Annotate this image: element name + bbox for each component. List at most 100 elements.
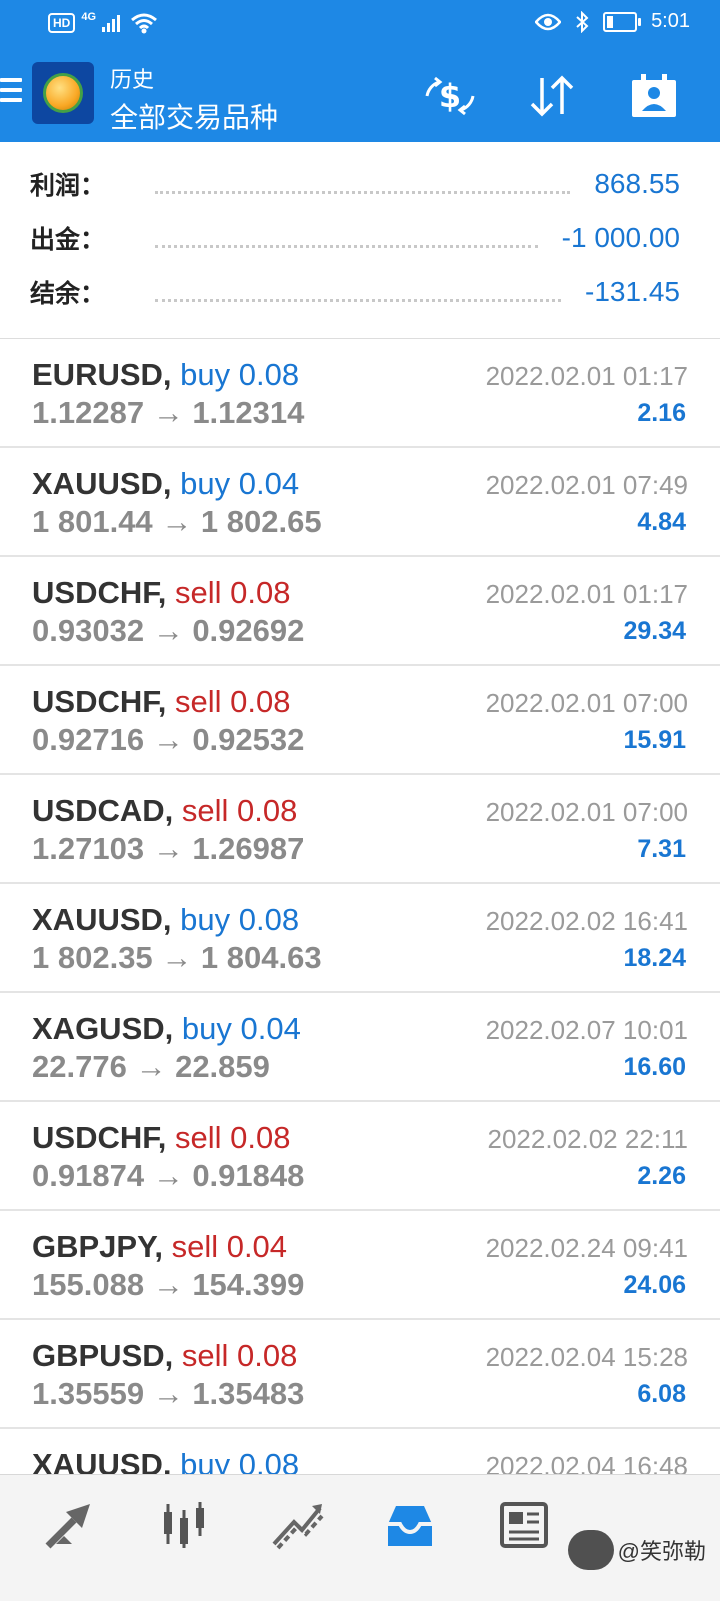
trade-header: USDCAD, sell 0.08 <box>32 793 297 829</box>
wifi-icon <box>131 13 157 34</box>
battery-icon <box>603 11 642 32</box>
trade-header: XAUUSD, buy 0.08 <box>32 902 299 938</box>
trade-row[interactable]: XAUUSD, buy 0.08 1 802.35 → 1 804.63 2022.… <box>0 884 720 993</box>
sort-arrows-icon[interactable] <box>524 72 580 120</box>
trade-prices: 1.12287 → 1.12314 <box>32 395 304 431</box>
trade-symbol: USDCHF, <box>32 575 167 610</box>
header-subtitle: 历史 <box>110 67 155 92</box>
close-price: 0.92532 <box>192 722 305 757</box>
trade-side: buy 0.08 <box>180 357 300 392</box>
trade-profit: 2.26 <box>637 1162 686 1190</box>
summary-withdrawal-row: 出金： -1 000.00 <box>30 218 680 258</box>
trade-side: sell 0.08 <box>174 684 291 719</box>
trade-symbol: XAUUSD, <box>32 466 172 501</box>
dotted-leader <box>155 244 538 248</box>
trade-prices: 1 801.44 → 1 802.65 <box>32 504 322 540</box>
menu-icon[interactable] <box>0 78 22 110</box>
trade-symbol: USDCHF, <box>32 684 167 719</box>
trade-prices: 155.088 → 154.399 <box>32 1267 304 1303</box>
quotes-icon[interactable] <box>40 1497 104 1553</box>
news-icon[interactable] <box>492 1497 556 1553</box>
trade-side: sell 0.08 <box>181 1338 298 1373</box>
arrow-icon: → <box>152 831 184 866</box>
trade-prices: 22.776 → 22.859 <box>32 1049 270 1085</box>
calendar-account-icon[interactable] <box>626 72 682 120</box>
summary-value: -131.45 <box>585 276 680 307</box>
trade-side: sell 0.04 <box>171 1229 288 1264</box>
summary-label: 出金： <box>30 226 106 254</box>
eye-icon <box>535 13 562 30</box>
trade-row[interactable]: USDCHF, sell 0.08 0.92716 → 0.92532 2022.0… <box>0 666 720 775</box>
close-price: 1.35483 <box>192 1376 305 1411</box>
trade-time: 2022.02.24 09:41 <box>485 1233 688 1263</box>
trade-row[interactable]: USDCHF, sell 0.08 0.91874 → 0.91848 2022.0… <box>0 1102 720 1211</box>
summary-label: 结余： <box>30 280 106 308</box>
close-price: 1 804.63 <box>200 940 322 975</box>
arrow-icon: → <box>161 504 193 539</box>
close-price: 1.26987 <box>192 831 305 866</box>
trade-time: 2022.02.01 01:17 <box>485 579 688 609</box>
status-bar-left: HD 4G <box>48 11 158 34</box>
trade-row[interactable]: XAGUSD, buy 0.04 22.776 → 22.859 2022.02.0… <box>0 993 720 1102</box>
close-price: 0.92692 <box>192 613 305 648</box>
trade-header: GBPUSD, sell 0.08 <box>32 1338 297 1374</box>
trade-header: USDCHF, sell 0.08 <box>32 1120 290 1156</box>
hd-badge: HD <box>48 13 76 33</box>
trade-time: 2022.02.01 07:00 <box>485 688 688 718</box>
trade-symbol: GBPJPY, <box>32 1229 163 1264</box>
trade-header: XAUUSD, buy 0.04 <box>32 466 299 502</box>
trade-row[interactable]: USDCHF, sell 0.08 0.93032 → 0.92692 2022.0… <box>0 557 720 666</box>
summary-value: 868.55 <box>594 168 680 199</box>
trade-header: XAGUSD, buy 0.04 <box>32 1011 301 1047</box>
trade-profit: 16.60 <box>623 1053 686 1081</box>
trade-row[interactable]: GBPJPY, sell 0.04 155.088 → 154.399 2022.0… <box>0 1211 720 1320</box>
trade-time: 2022.02.04 15:28 <box>485 1342 688 1372</box>
trade-side: buy 0.04 <box>181 1011 301 1046</box>
trade-time: 2022.02.02 22:11 <box>487 1124 688 1154</box>
trade-profit: 7.31 <box>637 835 686 863</box>
trade-profit: 6.08 <box>637 1380 686 1408</box>
open-price: 0.93032 <box>32 613 145 648</box>
trade-profit: 24.06 <box>623 1271 686 1299</box>
trade-header: EURUSD, buy 0.08 <box>32 357 299 393</box>
arrow-icon: → <box>152 1158 184 1193</box>
trade-prices: 1.27103 → 1.26987 <box>32 831 304 867</box>
trade-row[interactable]: XAUUSD, buy 0.04 1 801.44 → 1 802.65 2022.… <box>0 448 720 557</box>
trade-prices: 0.93032 → 0.92692 <box>32 613 304 649</box>
trade-profit: 4.84 <box>637 508 686 536</box>
trade-row[interactable]: GBPUSD, sell 0.08 1.35559 → 1.35483 2022.0… <box>0 1320 720 1429</box>
arrow-icon: → <box>152 722 184 757</box>
status-bar: HD 4G 5:01 <box>0 0 720 48</box>
status-time: 5:01 <box>651 10 690 32</box>
chart-candles-icon[interactable] <box>152 1497 216 1553</box>
trade-row[interactable]: USDCAD, sell 0.08 1.27103 → 1.26987 2022.0… <box>0 775 720 884</box>
trade-symbol: XAUUSD, <box>32 902 172 937</box>
trade-side: sell 0.08 <box>174 575 291 610</box>
open-price: 1.27103 <box>32 831 145 866</box>
trade-time: 2022.02.07 10:01 <box>485 1015 688 1045</box>
trade-time: 2022.02.01 07:49 <box>485 470 688 500</box>
trade-prices: 0.91874 → 0.91848 <box>32 1158 304 1194</box>
history-inbox-icon[interactable] <box>378 1497 442 1553</box>
exchange-dollar-icon[interactable]: $ <box>422 72 478 120</box>
chat-bubble-icon <box>567 1530 614 1570</box>
trade-row[interactable]: EURUSD, buy 0.08 1.12287 → 1.12314 2022.02… <box>0 339 720 448</box>
trade-icon[interactable] <box>266 1497 330 1553</box>
summary-label: 利润： <box>30 172 106 200</box>
header-title[interactable]: 全部交易品种 <box>110 96 278 136</box>
trade-profit: 2.16 <box>637 399 686 427</box>
arrow-icon: → <box>152 1267 184 1302</box>
trade-time: 2022.02.02 16:41 <box>485 906 688 936</box>
trade-header: USDCHF, sell 0.08 <box>32 684 290 720</box>
trade-profit: 29.34 <box>623 617 686 645</box>
summary-value: -1 000.00 <box>561 222 680 253</box>
watermark: @笑弥勒 <box>567 1530 706 1570</box>
open-price: 0.91874 <box>32 1158 145 1193</box>
trade-symbol: USDCAD, <box>32 793 174 828</box>
trade-side: buy 0.08 <box>180 902 300 937</box>
trade-side: sell 0.08 <box>181 793 298 828</box>
svg-text:$: $ <box>439 77 461 115</box>
arrow-icon: → <box>161 940 193 975</box>
arrow-icon: → <box>135 1049 167 1084</box>
close-price: 1.12314 <box>192 395 305 430</box>
